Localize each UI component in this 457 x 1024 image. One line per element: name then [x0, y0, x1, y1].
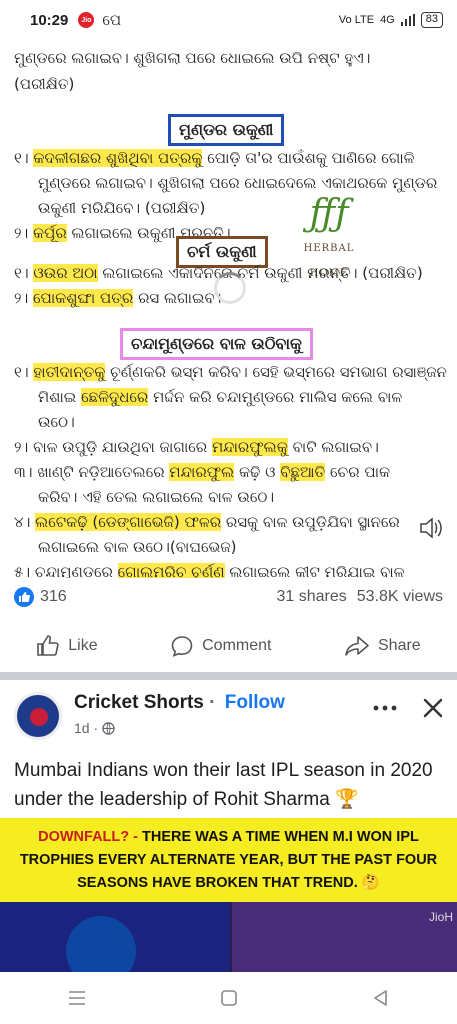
clock: 10:29 — [30, 11, 69, 29]
globe-icon — [102, 721, 115, 735]
list-item: ୧। ହାତୀଦାନ୍ତକୁ ଚୂର୍ଣ୍ଣକରି ଭସ୍ମ କରିବ। ସେହ… — [14, 363, 447, 381]
list-item: ୪। ଲଟେକଢ଼ି (ଡେଙ୍ଗାଭେଜି) ଫଳର ରସକୁ ବାଳ ଉପୁ… — [14, 513, 400, 531]
close-icon[interactable] — [423, 698, 443, 718]
post-caption: Mumbai Indians won their last IPL season… — [14, 760, 433, 810]
signal-icon — [400, 14, 415, 26]
thumbs-up-icon — [37, 635, 59, 656]
like-badge-icon — [14, 587, 34, 607]
article-line: ମୁଣ୍ଡରେ ଲଗାଇବ। ଶୁଖିଗଲା ପରେ ଧୋଇଲେ ଉପି ନଷ୍… — [14, 49, 371, 67]
loading-spinner-icon — [214, 272, 246, 304]
article-line: ଉକୁଣୀ ମରିଯିବେ। (ପରୀକ୍ଷିତ) — [38, 199, 206, 217]
article-line: ଉଠେ। — [38, 413, 75, 431]
list-item: ୩। ଖାଣ୍ଟି ନଡ଼ିଆତେଲରେ ମନ୍ଦାରଫୁଲ କଢ଼ି ଓ ବି… — [14, 463, 391, 481]
article-line: ମୁଣ୍ଡରେ ଲଗାଇବ। ଶୁଖିଗଲା ପରେ ଧୋଇଦେଲେ ଏକାଥର… — [38, 174, 438, 192]
like-count[interactable]: 316 — [40, 588, 67, 606]
jio-icon: Jio — [78, 12, 95, 28]
stadium-image — [232, 902, 457, 972]
herbal-home-logo: ƒƒƒ HERBAL HOME — [284, 192, 374, 279]
separator-dot: · — [209, 692, 216, 713]
comment-button[interactable]: Comment — [170, 634, 271, 658]
follow-button[interactable]: Follow — [225, 692, 285, 713]
post-actions: Like Comment Share — [0, 620, 457, 672]
article-line: ମିଶାଇ ଛେଳିଦୁଧରେ ମର୍ଦ୍ଦନ କରି ଚନ୍ଦାମୁଣ୍ଡରେ… — [38, 388, 403, 406]
volte-indicator: Vo LTE — [338, 14, 375, 26]
post-media-thumbnail[interactable]: JioH — [0, 902, 457, 972]
back-icon[interactable] — [372, 989, 390, 1007]
avatar[interactable] — [14, 692, 62, 740]
watermark-text: JioH — [428, 910, 453, 924]
like-button[interactable]: Like — [36, 634, 98, 658]
list-item: ୫। ଚନ୍ଦାମୁଣ୍ଡରେ ଗୋଲମରିଚ ଚୂର୍ଣ୍ଣ ଲଗାଇଲେ କ… — [14, 560, 405, 578]
post-stats: 316 31 shares 53.8K views — [0, 578, 457, 616]
post-image[interactable]: ମୁଣ୍ଡରେ ଲଗାଇବ। ଶୁଖିଗଲା ପରେ ଧୋଇଲେ ଉପି ନଷ୍… — [0, 40, 457, 578]
article-line: କରିବ। ଏହି ତେଲ ଲଗାଇଲେ ବାଳ ଉଠେ। — [38, 488, 275, 506]
share-button[interactable]: Share — [344, 634, 421, 658]
post-divider — [0, 672, 457, 680]
list-item: ୨। ପୋକଶୁଙ୍ଘା ପତ୍ର ରସ ଲଗାଇବ। — [14, 289, 222, 307]
more-options-icon[interactable] — [373, 705, 397, 711]
list-item: ୧। କଦଳୀଗଛର ଶୁଖିଥିବା ପତ୍ରକୁ ପୋଡ଼ି ତା'ର ପା… — [14, 149, 415, 167]
article-line: (ପରୀକ୍ଷିତ) — [14, 75, 75, 93]
recent-apps-icon[interactable] — [67, 989, 87, 1007]
share-count[interactable]: 31 shares — [276, 588, 346, 606]
page-name[interactable]: Cricket Shorts — [74, 692, 204, 713]
section-heading-baldness: ଚନ୍ଦାମୁଣ୍ଡରେ ବାଳ ଉଠିବାକୁ — [120, 328, 313, 360]
carrier-indicator: ପେ — [102, 11, 122, 29]
post-time[interactable]: 1d · — [74, 720, 98, 736]
status-icons: Vo LTE 4G 83 — [339, 12, 443, 28]
view-count: 53.8K views — [356, 588, 443, 605]
battery-icon: 83 — [420, 12, 443, 28]
speaker-icon[interactable] — [416, 514, 444, 542]
home-icon[interactable] — [220, 989, 238, 1007]
section-heading-head-lice: ମୁଣ୍ଡର ଉକୁଣୀ — [168, 114, 285, 146]
system-nav-bar — [0, 972, 457, 1024]
status-bar: 10:29 Jio ପେ Vo LTE 4G 83 — [0, 0, 457, 40]
leaf-icon: ƒƒƒ — [309, 193, 349, 234]
comment-icon — [171, 636, 193, 657]
network-indicator: 4G — [380, 14, 395, 26]
article-line: ଲଗାଇଲେ ବାଳ ଉଠେ।(ବାଘଭେଜ) — [38, 538, 237, 556]
share-icon — [345, 636, 369, 656]
cricket-ball-icon — [30, 708, 48, 726]
list-item: ୨। ବାଳ ଉପୁଡ଼ି ଯାଉଥିବା ଜାଗାରେ ମନ୍ଦାରଫୁଲକୁ… — [14, 438, 379, 456]
post-header: Cricket Shorts · Follow 1d · — [0, 680, 457, 750]
post-banner[interactable]: DOWNFALL? - THERE WAS A TIME WHEN M.I WO… — [0, 818, 457, 902]
